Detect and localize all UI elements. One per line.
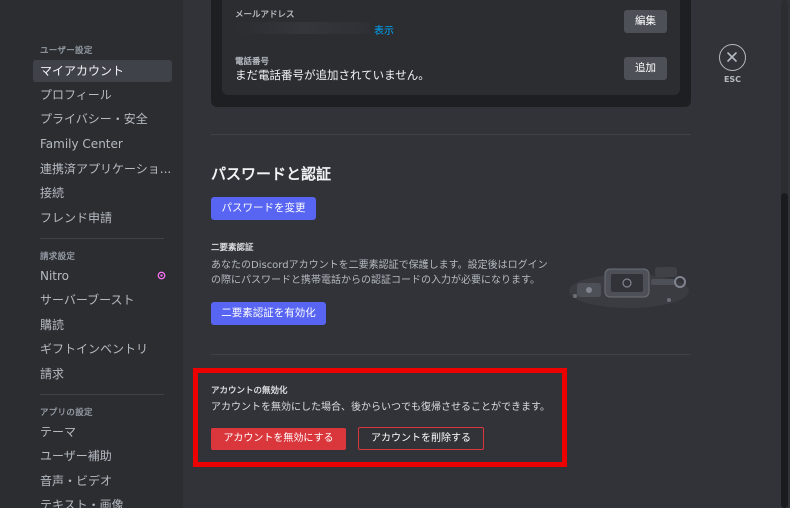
edit-email-button[interactable]: 編集 <box>624 10 667 33</box>
password-auth-title: パスワードと認証 <box>211 165 332 183</box>
sidebar-item-subscriptions[interactable]: 購読 <box>33 314 172 336</box>
nitro-icon <box>157 271 166 280</box>
change-password-button[interactable]: パスワードを変更 <box>211 197 316 220</box>
sidebar-item-family-center[interactable]: Family Center <box>33 133 172 155</box>
deactivate-header: アカウントの無効化 <box>211 386 288 396</box>
add-phone-button[interactable]: 追加 <box>624 57 667 80</box>
sidebar-item-connections[interactable]: 接続 <box>33 182 172 204</box>
highlight-box <box>193 368 567 467</box>
esc-label: ESC <box>723 75 742 84</box>
enable-2fa-button[interactable]: 二要素認証を有効化 <box>211 302 326 325</box>
sidebar-item-profile[interactable]: プロフィール <box>33 84 172 106</box>
security-illustration-icon <box>569 267 689 308</box>
deactivate-description: アカウントを無効にした場合、後からいつでも復帰させることができます。 <box>211 402 550 413</box>
disable-account-button[interactable]: アカウントを無効にする <box>211 428 346 450</box>
twofa-description-line-1: あなたのDiscordアカウントを二要素認証で保護します。設定後はログイン <box>211 260 548 271</box>
scrollbar-thumb[interactable] <box>781 193 788 508</box>
sidebar-item-nitro[interactable]: Nitro <box>33 265 172 287</box>
sidebar-item-accessibility[interactable]: ユーザー補助 <box>33 445 172 467</box>
sidebar-item-friend-requests[interactable]: フレンド申請 <box>33 207 172 229</box>
sidebar-divider <box>40 394 164 395</box>
sidebar-item-nitro-label: Nitro <box>40 269 70 283</box>
sidebar-item-authorized-apps[interactable]: 連携済アプリケーショ... <box>33 158 172 180</box>
billing-settings-header: 請求設定 <box>40 252 76 262</box>
section-divider <box>211 354 691 355</box>
close-button[interactable] <box>719 44 746 71</box>
settings-sidebar: ユーザー設定 マイアカウント プロフィール プライバシー・安全 Family C… <box>0 0 183 508</box>
email-reveal-link[interactable]: 表示 <box>374 22 394 37</box>
phone-value: まだ電話番号が追加されていません。 <box>235 68 430 82</box>
sidebar-item-billing[interactable]: 請求 <box>33 363 172 385</box>
sidebar-item-my-account[interactable]: マイアカウント <box>33 60 172 82</box>
sidebar-item-privacy-safety[interactable]: プライバシー・安全 <box>33 108 172 130</box>
twofa-description-line-2: の際にパスワードと携帯電話からの認証コードの入力が必要になります。 <box>211 275 540 286</box>
sidebar-item-server-boost[interactable]: サーバーブースト <box>33 289 172 311</box>
phone-label: 電話番号 <box>235 57 270 67</box>
close-icon <box>727 52 737 62</box>
twofa-header: 二要素認証 <box>211 243 254 253</box>
sidebar-item-appearance[interactable]: テーマ <box>33 421 172 443</box>
email-value-masked <box>235 22 370 34</box>
user-settings-header: ユーザー設定 <box>40 46 93 56</box>
sidebar-item-voice-video[interactable]: 音声・ビデオ <box>33 470 172 492</box>
app-settings-header: アプリの設定 <box>40 408 93 418</box>
delete-account-button[interactable]: アカウントを削除する <box>358 427 484 450</box>
email-label: メールアドレス <box>235 10 295 20</box>
sidebar-item-text-images[interactable]: テキスト・画像 <box>33 494 172 508</box>
section-divider <box>211 134 691 135</box>
sidebar-divider <box>40 238 164 239</box>
sidebar-item-gift-inventory[interactable]: ギフトインベントリ <box>33 338 172 360</box>
